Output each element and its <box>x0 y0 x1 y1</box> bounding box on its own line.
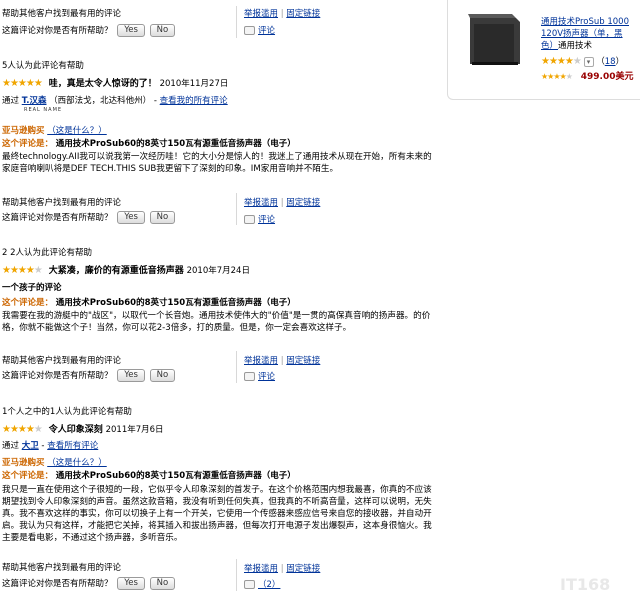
review3-header: ★★★★★ 令人印象深刻 2011年7月6日 <box>2 422 164 435</box>
product-title: 通用技术ProSub 1000 120V扬声器（单，黑 色）通用技术 <box>541 16 640 52</box>
review3-no-button[interactable]: No <box>149 577 176 590</box>
review1-helpful-question: 这篇评论对你是否有所帮助？ Yes No <box>2 211 176 224</box>
review1-comment-link[interactable]: 评论 <box>258 215 275 225</box>
review3-product-name: 通用技术ProSub60的8英寸150瓦有源重低音扬声器（电子） <box>55 471 296 481</box>
top-links: 举报滥用 | 固定链接 <box>244 9 321 19</box>
review2-date: 2010年7月24日 <box>186 266 250 276</box>
review1-product-line: 这个评论是： 通用技术ProSub60的8英寸150瓦有源重低音扬声器（电子） <box>2 139 296 149</box>
whats-this-link[interactable]: （这是什么？） <box>47 126 107 136</box>
chevron-down-icon[interactable]: ▾ <box>583 56 594 67</box>
review1-comment-area: 评论 <box>244 213 275 225</box>
comment-icon <box>244 580 255 589</box>
review1-links: 举报滥用 | 固定链接 <box>244 198 321 208</box>
yes-button[interactable]: Yes <box>117 24 145 37</box>
review1-body: 最终technology.AII我可以说我第一次经历哇！它的大小分是惊人的！我迷… <box>2 152 432 174</box>
review1-report-abuse-link[interactable]: 举报滥用 <box>244 198 278 208</box>
review2-product-name: 通用技术ProSub60的8英寸150瓦有源重低音扬声器（电子） <box>55 298 296 308</box>
helpful-question: 这篇评论对你是否有所帮助？ Yes No <box>2 24 176 37</box>
review1-verified: 亚马逊购买 （这是什么？） <box>2 124 107 136</box>
review2-subtitle: 一个孩子的评论 <box>2 283 62 293</box>
product-brand: 通用技术 <box>558 41 593 51</box>
comment-icon <box>244 372 255 381</box>
review2-report-abuse-link[interactable]: 举报滥用 <box>244 356 278 366</box>
review2-header: ★★★★★ 大紧凑，廉价的有源重低音扬声器 2010年7月24日 <box>2 263 250 276</box>
review3-permalink-link[interactable]: 固定链接 <box>286 564 320 574</box>
review3-yes-button[interactable]: Yes <box>117 577 145 590</box>
review3-helpful-question: 这篇评论对你是否有所帮助？ Yes No <box>2 577 176 590</box>
amazon-verified-label: 亚马逊购买 <box>2 458 45 468</box>
review1-see-all-link[interactable]: 查看我的所有评论 <box>160 96 228 106</box>
review3-helpful-count: 1个人之中的1人认为此评论有帮助 <box>2 407 132 417</box>
review2-helpful-question: 这篇评论对你是否有所帮助？ Yes No <box>2 369 176 382</box>
review3-see-all-link[interactable]: 查看所有评论 <box>47 441 98 451</box>
review2-comment-area: 评论 <box>244 370 275 382</box>
review3-help-prompt: 帮助其他客户找到最有用的评论 <box>2 563 122 573</box>
comment-icon <box>244 26 255 35</box>
review1-no-button[interactable]: No <box>149 211 176 224</box>
review3-verified: 亚马逊购买 （这是什么？） <box>2 456 107 468</box>
comment-link[interactable]: 评论 <box>258 26 275 36</box>
review1-helpful-count: 5人认为此评论有帮助 <box>2 61 84 71</box>
review1-permalink-link[interactable]: 固定链接 <box>286 198 320 208</box>
review1-yes-button[interactable]: Yes <box>117 211 145 224</box>
product-price: 499.00美元 <box>580 72 634 82</box>
product-title-line1[interactable]: 通用技术ProSub 1000 <box>541 16 640 28</box>
comment-icon <box>244 215 255 224</box>
review3-title: 令人印象深刻 <box>48 425 103 435</box>
review1-help-prompt: 帮助其他客户找到最有用的评论 <box>2 198 122 208</box>
review1-header: ★★★★★ 哇，真是太令人惊讶的了！ 2010年11月27日 <box>2 76 228 89</box>
review3-product-line: 这个评论是： 通用技术ProSub60的8英寸150瓦有源重低音扬声器（电子） <box>2 471 296 481</box>
review2-stars-icon: ★★★★★ <box>2 265 43 276</box>
review3-report-abuse-link[interactable]: 举报滥用 <box>244 564 278 574</box>
review1-title: 哇，真是太令人惊讶的了！ <box>48 79 157 89</box>
review1-date: 2010年11月27日 <box>159 79 229 89</box>
review3-date: 2011年7月6日 <box>105 425 164 435</box>
review1-reviewer[interactable]: T.汉森 <box>22 96 47 106</box>
rating-count-link[interactable]: 18 <box>605 57 616 67</box>
product-rating: ★★★★★ ▾ （18） <box>541 56 625 67</box>
review3-comment-count-link[interactable]: （2） <box>258 580 280 590</box>
review1-product-name: 通用技术ProSub60的8英寸150瓦有源重低音扬声器（电子） <box>55 139 296 149</box>
amazon-verified-label: 亚马逊购买 <box>2 126 45 136</box>
comment-area: 评论 <box>244 24 275 36</box>
review3-reviewer[interactable]: 大卫 <box>22 441 39 451</box>
review2-helpful-count: 2 2人认为此评论有帮助 <box>2 248 93 258</box>
review3-comment-area: （2） <box>244 578 280 590</box>
whats-this-link[interactable]: （这是什么？） <box>47 458 107 468</box>
review1-byline: 通过 T.汉森 （西部法戈，北达科他州） - 查看我的所有评论 <box>2 96 228 106</box>
permalink-link[interactable]: 固定链接 <box>286 9 320 19</box>
helpful-prompt: 帮助其他客户找到最有用的评论 <box>2 9 122 19</box>
review2-yes-button[interactable]: Yes <box>117 369 145 382</box>
review2-no-button[interactable]: No <box>149 369 176 382</box>
review3-body: 我只是一直在使用这个子很短的一段，它似乎令人印象深刻的首发子。在这个价格范围内想… <box>2 485 432 543</box>
product-price-row: ★★★★★ 499.00美元 <box>541 69 633 82</box>
product-prime-icon: ★★★★★ <box>541 72 573 81</box>
review3-links: 举报滥用 | 固定链接 <box>244 564 321 574</box>
watermark-logo: IT168 <box>560 575 611 594</box>
product-image[interactable] <box>458 12 528 68</box>
review3-stars-icon: ★★★★★ <box>2 424 43 435</box>
review2-title: 大紧凑，廉价的有源重低音扬声器 <box>48 266 184 276</box>
review2-body: 我需要在我的游艇中的"战区"，以取代一个长音炮。通用技术使伟大的"价值"是一贯的… <box>2 311 431 333</box>
real-name-badge[interactable]: REAL NAME <box>24 107 62 113</box>
review2-permalink-link[interactable]: 固定链接 <box>286 356 320 366</box>
review2-product-line: 这个评论是： 通用技术ProSub60的8英寸150瓦有源重低音扬声器（电子） <box>2 298 296 308</box>
review2-comment-link[interactable]: 评论 <box>258 372 275 382</box>
product-title-line2[interactable]: 120V扬声器（单，黑 <box>541 28 640 40</box>
product-stars-icon[interactable]: ★★★★★ <box>541 56 582 67</box>
review1-stars-icon: ★★★★★ <box>2 78 43 89</box>
product-title-line3[interactable]: 色） <box>541 41 558 51</box>
no-button[interactable]: No <box>149 24 176 37</box>
review3-byline: 通过 大卫 - 查看所有评论 <box>2 441 99 451</box>
review2-help-prompt: 帮助其他客户找到最有用的评论 <box>2 356 122 366</box>
report-abuse-link[interactable]: 举报滥用 <box>244 9 278 19</box>
review2-links: 举报滥用 | 固定链接 <box>244 356 321 366</box>
